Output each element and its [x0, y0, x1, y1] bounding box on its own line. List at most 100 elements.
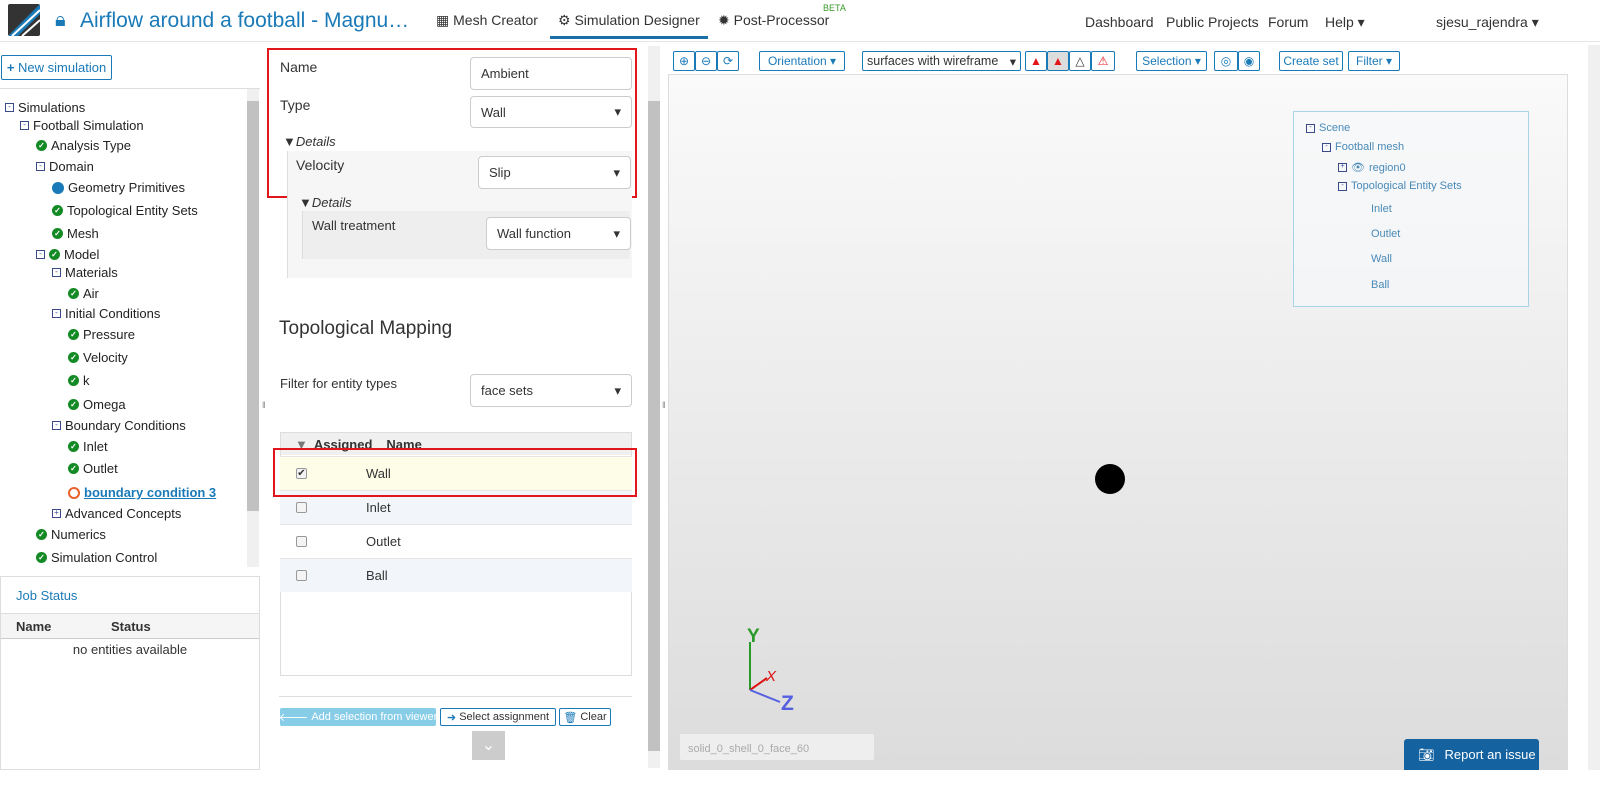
- page-scrollbar[interactable]: [1588, 45, 1600, 770]
- scene-tree-item[interactable]: - Topological Entity Sets: [1338, 180, 1462, 192]
- scene-tree-item[interactable]: Wall: [1371, 253, 1392, 265]
- collapse-icon[interactable]: -: [52, 309, 61, 318]
- tree-item[interactable]: ✓ Omega: [68, 397, 126, 412]
- status-field[interactable]: solid_0_shell_0_face_60: [679, 733, 875, 761]
- tree-item[interactable]: + Advanced Concepts: [52, 506, 181, 521]
- scroll-down-button[interactable]: ⌄: [472, 731, 505, 760]
- check-icon: ✓: [36, 552, 47, 563]
- name-input[interactable]: Ambient: [470, 57, 632, 90]
- surface-wireframe-icon[interactable]: ▲: [1047, 51, 1069, 71]
- tree-item[interactable]: ✓ Velocity: [68, 350, 128, 365]
- tree-item[interactable]: ✓ Simulation Control: [36, 550, 157, 565]
- scene-tree-item[interactable]: Ball: [1371, 279, 1389, 291]
- velocity-select[interactable]: Slip ▾: [478, 156, 631, 189]
- clear-button[interactable]: 🗑︎ Clear: [559, 708, 611, 726]
- tree-item[interactable]: ✓ Analysis Type: [36, 138, 131, 153]
- assign-checkbox[interactable]: [296, 536, 307, 547]
- splitter-handle[interactable]: ‖: [262, 400, 266, 410]
- collapse-icon[interactable]: -: [36, 162, 45, 171]
- nav-dashboard[interactable]: Dashboard: [1085, 14, 1154, 30]
- details-toggle-2[interactable]: ▼Details: [299, 195, 352, 210]
- filter-select[interactable]: face sets ▾: [470, 374, 632, 407]
- tree-item[interactable]: ✓ Inlet: [68, 439, 108, 454]
- nav-public-projects[interactable]: Public Projects: [1166, 14, 1259, 30]
- collapse-icon[interactable]: -: [36, 250, 45, 259]
- nav-mesh-creator[interactable]: ▦ Mesh Creator: [436, 12, 538, 29]
- show-icon[interactable]: ◉: [1238, 51, 1260, 71]
- tree-item[interactable]: - Materials: [52, 265, 118, 280]
- scene-tree-label: Outlet: [1371, 228, 1401, 240]
- render-mode-select[interactable]: surfaces with wireframe ▾: [862, 51, 1021, 71]
- tree-item[interactable]: boundary condition 3: [68, 485, 216, 500]
- nav-post-processor[interactable]: ✹ Post-Processor: [718, 12, 829, 29]
- type-select[interactable]: Wall ▾: [470, 96, 632, 128]
- collapse-icon[interactable]: -: [52, 421, 61, 430]
- top-bar: 🔒︎ Airflow around a football - Magnu… ▦ …: [0, 0, 1600, 42]
- new-simulation-button[interactable]: + New simulation: [1, 55, 112, 80]
- collapse-icon[interactable]: -: [20, 121, 29, 130]
- scene-tree-item[interactable]: Inlet: [1371, 203, 1392, 215]
- assign-checkbox[interactable]: [296, 502, 307, 513]
- tree-scrollbar[interactable]: [247, 89, 259, 567]
- tree-item-label: Football Simulation: [33, 118, 144, 133]
- nav-simulation-designer[interactable]: ⚙ Simulation Designer: [550, 12, 708, 39]
- add-selection-button[interactable]: 🡐 Add selection from viewer: [279, 708, 437, 726]
- tree-item[interactable]: ✓ Topological Entity Sets: [52, 203, 198, 218]
- expand-icon[interactable]: +: [52, 509, 61, 518]
- hide-icon[interactable]: ◎: [1214, 51, 1238, 71]
- scene-tree-label: Topological Entity Sets: [1351, 180, 1462, 192]
- form-scrollbar[interactable]: [648, 46, 660, 768]
- check-icon: ✓: [68, 441, 79, 452]
- collapse-icon[interactable]: -: [52, 268, 61, 277]
- app-logo[interactable]: [8, 4, 40, 36]
- scene-tree-label: Wall: [1371, 253, 1392, 265]
- scene-tree-item[interactable]: Outlet: [1371, 228, 1400, 240]
- nav-help[interactable]: Help ▾: [1325, 14, 1365, 31]
- collapse-icon[interactable]: -: [1322, 142, 1331, 152]
- details-toggle[interactable]: ▼Details: [283, 134, 336, 149]
- points-icon[interactable]: ⚠︎: [1091, 51, 1115, 71]
- tree-item[interactable]: ✓ Air: [68, 286, 99, 301]
- assign-checkbox[interactable]: [296, 570, 307, 581]
- tree-item[interactable]: - Simulations: [5, 100, 85, 115]
- tree-item[interactable]: - Domain: [36, 159, 94, 174]
- surface-mode-icon[interactable]: ▲: [1025, 51, 1047, 71]
- expand-icon[interactable]: +: [1338, 163, 1347, 172]
- reset-view-button[interactable]: ⟳: [717, 51, 739, 71]
- eye-icon[interactable]: 👁︎: [1351, 161, 1365, 174]
- row-name: Ball: [366, 568, 388, 583]
- zoom-out-button[interactable]: ⊖: [695, 51, 717, 71]
- tree-item[interactable]: ✓ Numerics: [36, 527, 106, 542]
- table-row[interactable]: Ball: [280, 558, 632, 592]
- tree-item[interactable]: ✓ Mesh: [52, 226, 99, 241]
- football-mesh[interactable]: [1095, 464, 1125, 494]
- scene-tree-item[interactable]: + 👁︎ region0: [1338, 161, 1406, 174]
- scene-tree-item[interactable]: - Football mesh: [1322, 141, 1404, 153]
- table-row[interactable]: Outlet: [280, 524, 632, 558]
- tree-item[interactable]: - Boundary Conditions: [52, 418, 186, 433]
- tree-item[interactable]: - Football Simulation: [20, 118, 144, 133]
- check-icon: ✓: [68, 463, 79, 474]
- user-menu[interactable]: sjesu_rajendra ▾: [1436, 14, 1539, 31]
- zoom-in-button[interactable]: ⊕: [673, 51, 695, 71]
- tree-item[interactable]: - Initial Conditions: [52, 306, 160, 321]
- tree-item[interactable]: - ✓ Model: [36, 247, 99, 262]
- wall-treatment-select[interactable]: Wall function ▾: [486, 217, 631, 250]
- tree-item[interactable]: ✓ Outlet: [68, 461, 118, 476]
- filter-dropdown[interactable]: Filter ▾: [1348, 51, 1400, 71]
- tree-item[interactable]: Geometry Primitives: [52, 180, 185, 195]
- collapse-icon[interactable]: -: [1338, 181, 1347, 191]
- scene-tree-item[interactable]: - Scene: [1306, 122, 1350, 134]
- report-issue-button[interactable]: 📷︎ Report an issue: [1404, 739, 1539, 770]
- orientation-dropdown[interactable]: Orientation ▾: [759, 51, 845, 71]
- selection-dropdown[interactable]: Selection ▾: [1136, 51, 1207, 71]
- collapse-icon[interactable]: -: [5, 103, 14, 112]
- create-set-button[interactable]: Create set: [1279, 51, 1343, 71]
- nav-forum[interactable]: Forum: [1268, 14, 1308, 30]
- tree-item[interactable]: ✓ Pressure: [68, 327, 135, 342]
- select-assignment-button[interactable]: ➜ Select assignment: [440, 708, 556, 726]
- tree-item[interactable]: ✓ k: [68, 373, 90, 388]
- wireframe-icon[interactable]: △: [1069, 51, 1091, 71]
- splitter-handle-2[interactable]: ‖: [662, 400, 666, 410]
- collapse-icon[interactable]: -: [1306, 123, 1315, 133]
